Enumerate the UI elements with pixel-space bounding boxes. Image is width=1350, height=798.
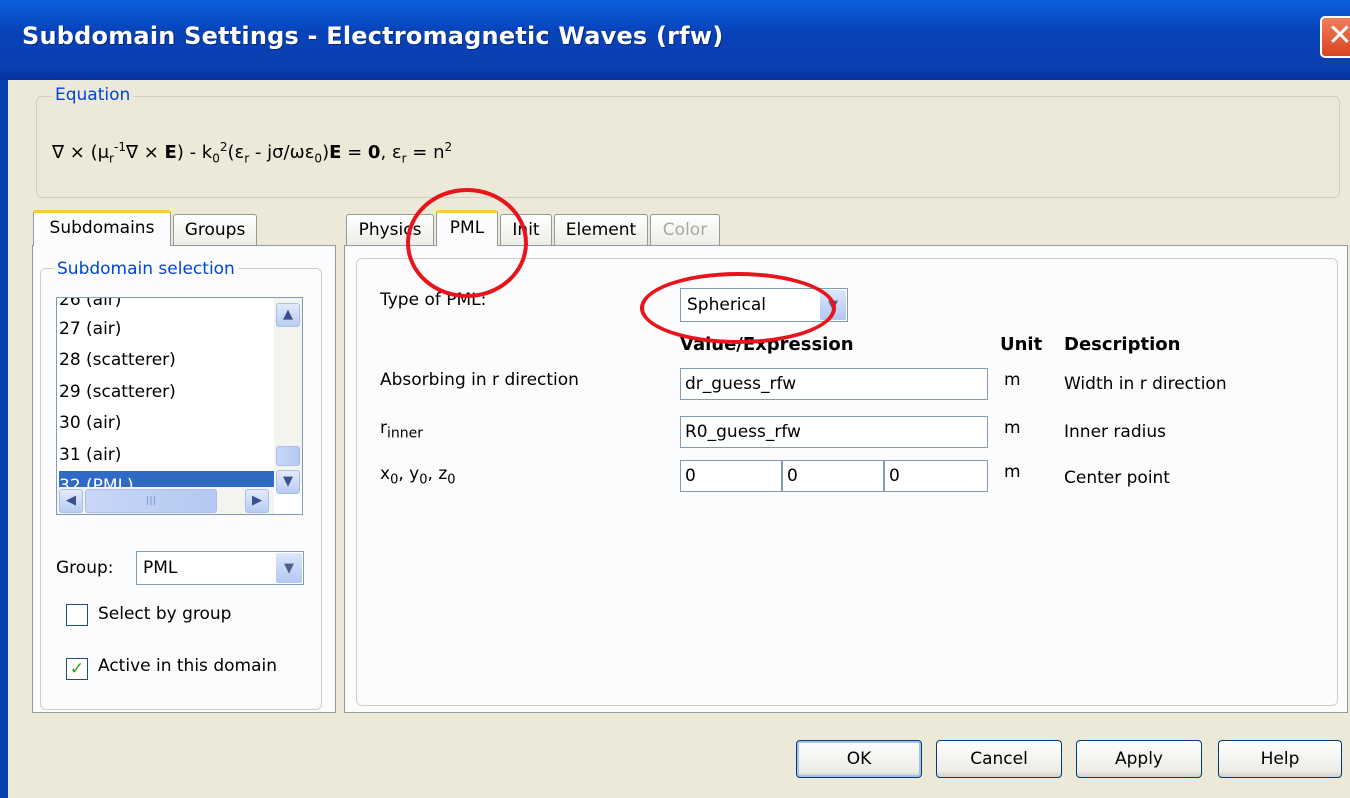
select-by-group-checkbox[interactable] — [66, 604, 88, 626]
absorbing-input[interactable]: dr_guess_rfw — [680, 368, 988, 400]
tab-subdomains[interactable]: Subdomains — [33, 210, 171, 246]
scroll-thumb[interactable] — [276, 446, 300, 466]
scroll-up-icon[interactable]: ▲ — [276, 303, 300, 327]
subdomain-listbox[interactable]: 26 (air) 27 (air) 28 (scatterer) 29 (sca… — [56, 297, 303, 515]
checkmark-icon: ✓ — [69, 659, 85, 679]
window-title: Subdomain Settings - Electromagnetic Wav… — [22, 22, 724, 50]
title-bar: Subdomain Settings - Electromagnetic Wav… — [0, 0, 1350, 80]
pml-type-select[interactable]: Spherical ▼ — [680, 288, 848, 322]
center-description: Center point — [1064, 468, 1170, 488]
tab-groups[interactable]: Groups — [173, 214, 257, 246]
window-border — [0, 80, 8, 798]
close-button[interactable]: ✕ — [1320, 16, 1350, 58]
description-header: Description — [1064, 334, 1181, 355]
chevron-down-icon[interactable]: ▼ — [276, 553, 302, 583]
scroll-thumb-horizontal[interactable]: III — [85, 489, 217, 513]
horizontal-scrollbar[interactable]: ◀ III ▶ — [57, 487, 274, 514]
group-label: Group: — [56, 558, 114, 578]
center-x-input[interactable]: 0 — [680, 460, 782, 492]
list-item[interactable]: 30 (air) — [59, 408, 274, 438]
subdomain-selection-legend: Subdomain selection — [54, 259, 238, 279]
apply-button[interactable]: Apply — [1076, 740, 1202, 778]
absorbing-description: Width in r direction — [1064, 374, 1227, 394]
tab-init[interactable]: Init — [500, 214, 552, 246]
r-inner-unit: m — [1004, 418, 1021, 438]
equation-text: ∇ × (μr-1∇ × E) - k02(εr - jσ/ωε0)E = 0,… — [52, 140, 453, 166]
group-select[interactable]: PML ▼ — [136, 551, 304, 585]
active-in-domain-checkbox[interactable]: ✓ — [66, 658, 88, 680]
cancel-button[interactable]: Cancel — [936, 740, 1062, 778]
r-inner-label: rinner — [380, 418, 424, 442]
r-inner-input[interactable]: R0_guess_rfw — [680, 416, 988, 448]
list-item[interactable]: 26 (air) — [59, 298, 274, 315]
tab-element[interactable]: Element — [554, 214, 648, 246]
scroll-left-icon[interactable]: ◀ — [59, 489, 83, 513]
absorbing-unit: m — [1004, 370, 1021, 390]
center-y-input[interactable]: 0 — [782, 460, 884, 492]
center-unit: m — [1004, 462, 1021, 482]
ok-button[interactable]: OK — [796, 740, 922, 778]
center-z-input[interactable]: 0 — [884, 460, 988, 492]
center-point-label: x0, y0, z0 — [380, 464, 456, 488]
tab-pml[interactable]: PML — [436, 210, 498, 246]
value-expression-header: Value/Expression — [680, 334, 854, 355]
type-of-pml-label: Type of PML: — [380, 290, 487, 310]
scroll-right-icon[interactable]: ▶ — [245, 489, 269, 513]
absorbing-label: Absorbing in r direction — [380, 370, 579, 390]
chevron-down-icon[interactable]: ▼ — [820, 290, 846, 320]
scroll-down-icon[interactable]: ▼ — [276, 470, 300, 494]
help-button[interactable]: Help — [1218, 740, 1342, 778]
vertical-scrollbar[interactable]: ▲ ▼ — [274, 298, 302, 494]
equation-legend: Equation — [52, 85, 134, 105]
tab-color: Color — [650, 214, 720, 246]
list-item[interactable]: 27 (air) — [59, 314, 274, 344]
list-item[interactable]: 31 (air) — [59, 440, 274, 470]
close-icon: ✕ — [1327, 18, 1350, 53]
r-inner-description: Inner radius — [1064, 422, 1166, 442]
active-in-domain-label: Active in this domain — [98, 656, 277, 676]
list-item[interactable]: 29 (scatterer) — [59, 377, 274, 407]
select-by-group-label: Select by group — [98, 604, 232, 624]
list-item[interactable]: 28 (scatterer) — [59, 345, 274, 375]
tab-physics[interactable]: Physics — [346, 214, 434, 246]
unit-header: Unit — [1000, 334, 1043, 355]
